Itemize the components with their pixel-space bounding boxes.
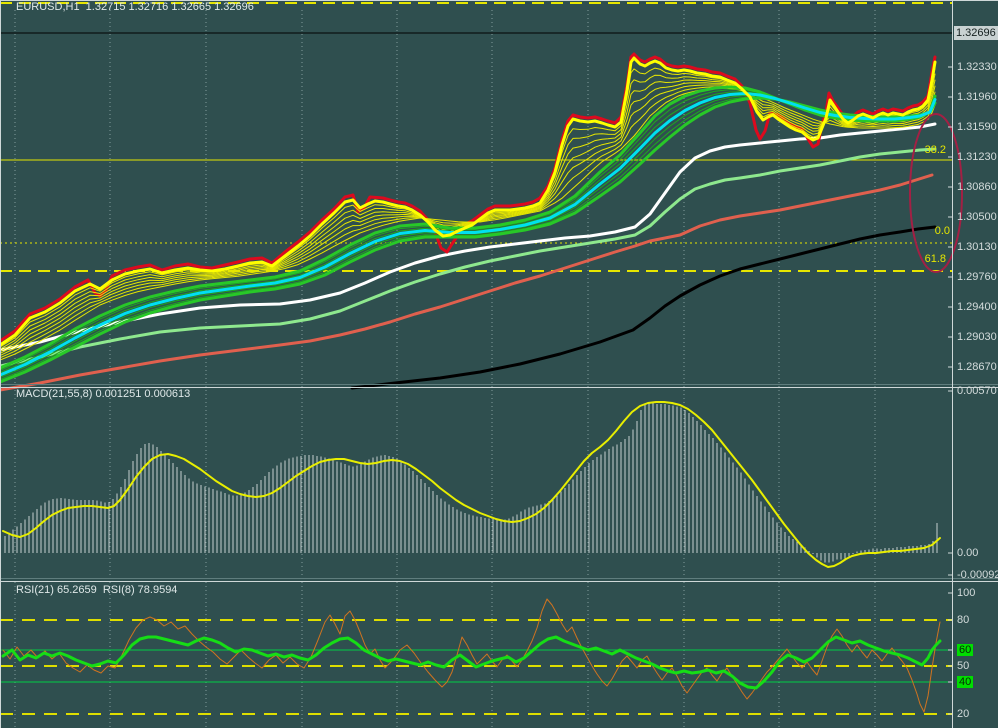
yellow-fast[interactable] (0, 56, 937, 347)
main-axis-label: 1.30130 (957, 241, 997, 253)
rsi-8[interactable] (2, 598, 941, 713)
fib-level-label: 38.2 (924, 144, 946, 156)
main-axis-label: 1.31230 (957, 151, 997, 163)
chart-window: EURUSD,H1 1.32715 1.32716 1.32665 1.3269… (0, 0, 998, 728)
chart-canvas[interactable] (0, 0, 998, 728)
chart-title-ohlc: EURUSD,H1 1.32715 1.32716 1.32665 1.3269… (16, 1, 254, 13)
green-fan[interactable] (0, 89, 936, 371)
main-axis-label: 1.29030 (957, 331, 997, 343)
macd-axis-label: 0.00570 (957, 385, 997, 397)
macd-axis-label: 0.00 (957, 547, 979, 559)
trend-ellipse[interactable] (909, 113, 963, 273)
main-axis-label: 1.29760 (957, 271, 997, 283)
rsi-indicator-label: RSI(21) 65.2659 RSI(8) 78.9594 (16, 584, 178, 596)
rsi-axis-label: 50 (957, 660, 970, 672)
fib-level-label: 0.0 (934, 225, 950, 237)
main-axis-label: 1.28670 (957, 361, 997, 373)
macd-indicator-label: MACD(21,55,8) 0.001251 0.000613 (16, 388, 191, 400)
main-axis-label: 1.31960 (957, 91, 997, 103)
macd-signal-line[interactable] (2, 401, 941, 568)
rsi-axis-label: 40 (957, 676, 974, 688)
main-axis-label: 1.30500 (957, 211, 997, 223)
main-axis-label: 1.30860 (957, 181, 997, 193)
rsi-axis-label: 100 (957, 587, 976, 599)
fib-level-label: 61.8 (924, 253, 946, 265)
yellow-fan[interactable] (0, 82, 936, 354)
ma-palegreen[interactable] (0, 147, 937, 368)
main-axis-label: 1.29400 (957, 301, 997, 313)
rsi-axis-label: 20 (957, 708, 970, 720)
rsi-axis-label: 60 (957, 644, 974, 656)
main-axis-label: 1.32330 (957, 61, 997, 73)
rsi-axis-label: 80 (957, 614, 970, 626)
macd-axis-label: -0.00092 (957, 569, 998, 581)
rsi-21[interactable] (1, 635, 942, 690)
current-price-tag: 1.32696 (954, 26, 998, 40)
main-axis-label: 1.31590 (957, 121, 997, 133)
